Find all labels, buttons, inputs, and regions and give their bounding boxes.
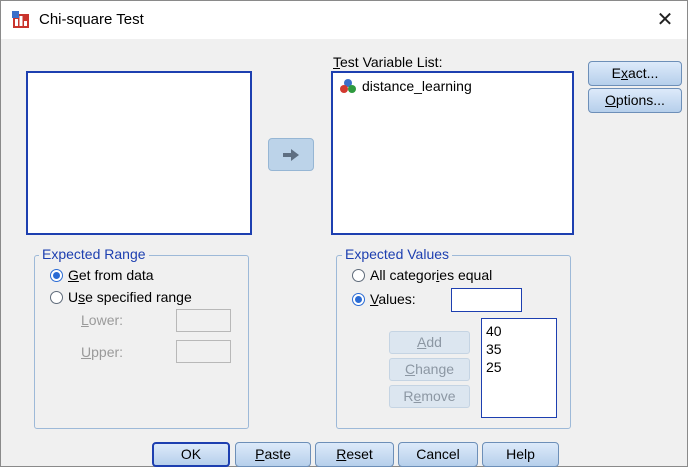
radio-selected-icon (50, 268, 63, 282)
window-title: Chi-square Test (39, 11, 144, 28)
list-item[interactable]: 25 (486, 358, 552, 376)
expected-values-list[interactable]: 40 35 25 (481, 318, 557, 418)
get-from-data-radio[interactable]: Get from data (50, 267, 154, 283)
move-variable-button[interactable] (268, 138, 314, 171)
list-item[interactable]: 40 (486, 322, 552, 340)
options-button[interactable]: Options... (588, 88, 682, 113)
lower-input[interactable] (176, 309, 231, 332)
nominal-variable-icon (340, 79, 356, 93)
values-radio[interactable]: Values: (352, 291, 416, 307)
all-categories-equal-label: All categories equal (370, 267, 493, 283)
lower-label: Lower: (81, 312, 124, 328)
ok-button[interactable]: OK (152, 442, 230, 467)
values-label: Values: (370, 291, 416, 307)
close-icon: ✕ (656, 9, 674, 31)
change-button[interactable]: Change (389, 358, 470, 381)
paste-button[interactable]: Paste (235, 442, 311, 467)
test-list-label-text: est Variable List: (340, 54, 443, 70)
values-input[interactable] (451, 288, 522, 312)
exact-label-pre: E (611, 65, 621, 81)
list-item[interactable]: 35 (486, 340, 552, 358)
exact-button[interactable]: Exact... (588, 61, 682, 86)
arrow-right-icon (283, 148, 299, 161)
expected-range-legend: Expected Range (39, 246, 149, 262)
title-bar: Chi-square Test ✕ (1, 1, 687, 39)
options-label-mnemonic: O (605, 92, 616, 108)
radio-unselected-icon (50, 290, 63, 304)
close-button[interactable]: ✕ (643, 1, 687, 39)
all-categories-equal-radio[interactable]: All categories equal (352, 267, 492, 283)
upper-input[interactable] (176, 340, 231, 363)
test-variable-list-label: Test Variable List: (333, 54, 442, 70)
test-variable-list[interactable]: distance_learning (331, 71, 574, 235)
options-label-post: ptions... (615, 92, 665, 108)
exact-label-mnemonic: x (620, 65, 628, 81)
reset-button[interactable]: Reset (315, 442, 394, 467)
exact-label-post: act... (627, 65, 659, 81)
radio-selected-icon (352, 292, 365, 306)
get-from-data-label: Get from data (68, 267, 154, 283)
cancel-button[interactable]: Cancel (398, 442, 478, 467)
use-specified-range-label: Use specified range (68, 289, 192, 305)
list-item[interactable]: distance_learning (339, 78, 472, 94)
help-button[interactable]: Help (482, 442, 559, 467)
expected-values-legend: Expected Values (342, 246, 453, 262)
test-list-label-mnemonic: T (333, 54, 340, 70)
remove-button[interactable]: Remove (389, 385, 470, 408)
variable-name: distance_learning (362, 78, 472, 94)
use-specified-range-radio[interactable]: Use specified range (50, 289, 192, 305)
spss-app-icon (12, 11, 29, 28)
add-button[interactable]: Add (389, 331, 470, 354)
source-variable-list[interactable] (26, 71, 252, 235)
chi-square-dialog: Chi-square Test ✕ Test Variable List: di… (0, 0, 688, 467)
upper-label: Upper: (81, 344, 124, 360)
radio-unselected-icon (352, 268, 365, 282)
